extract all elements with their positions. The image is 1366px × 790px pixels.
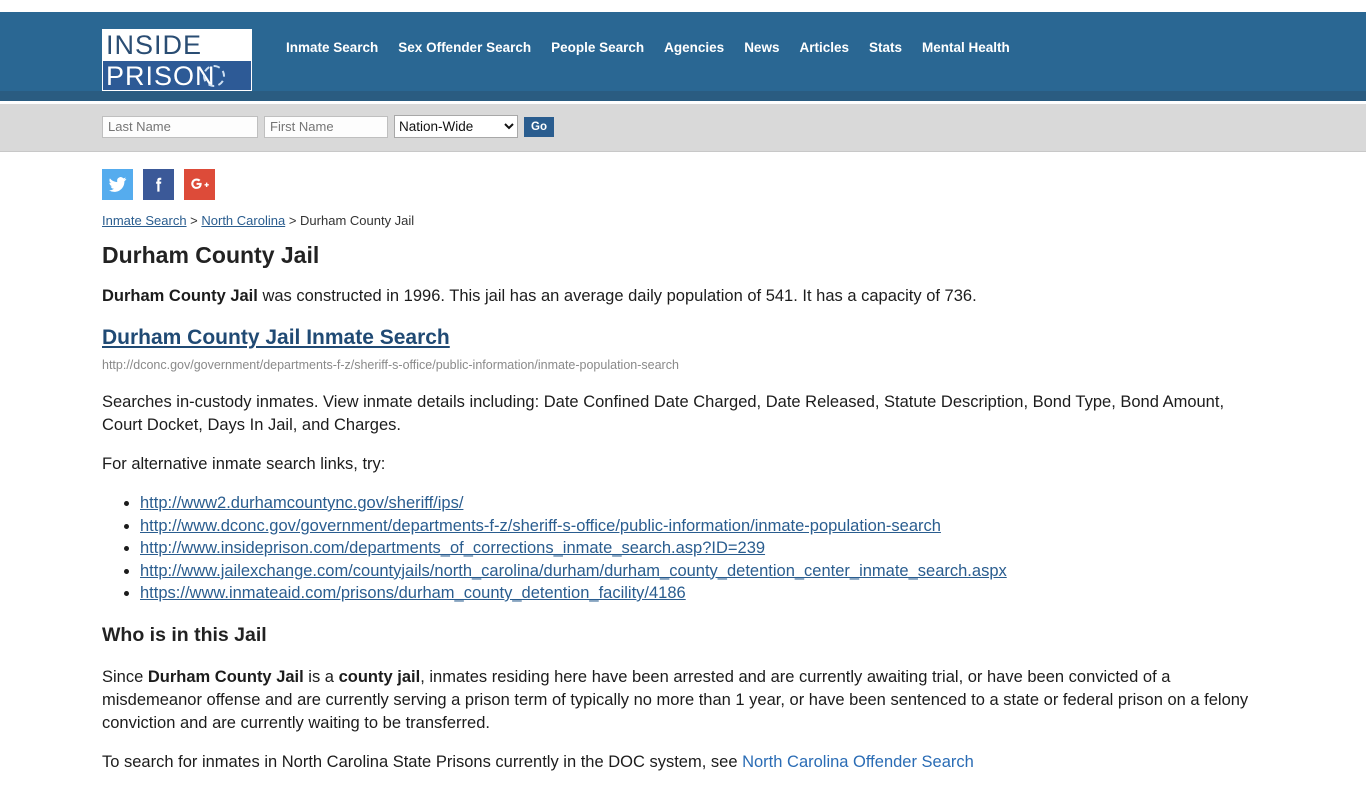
page-title: Durham County Jail bbox=[102, 242, 320, 268]
gear-icon bbox=[203, 65, 225, 87]
last-name-input[interactable] bbox=[102, 115, 258, 138]
breadcrumb-separator-1: > bbox=[186, 213, 202, 228]
alternative-links-list: http://www2.durhamcountync.gov/sheriff/i… bbox=[102, 492, 1264, 605]
who-bold-facility: Durham County Jail bbox=[147, 667, 304, 686]
header-bottom-strip bbox=[0, 91, 1366, 101]
who-part-1: Since bbox=[102, 667, 148, 686]
facebook-icon[interactable] bbox=[143, 169, 174, 200]
main-content: Inmate Search > North Carolina > Durham … bbox=[102, 212, 1264, 790]
breadcrumb-link-north-carolina[interactable]: North Carolina bbox=[201, 213, 285, 228]
breadcrumb: Inmate Search > North Carolina > Durham … bbox=[102, 212, 1264, 230]
search-scope-select[interactable]: Nation-Wide bbox=[394, 115, 518, 138]
nav-item-stats[interactable]: Stats bbox=[869, 40, 902, 55]
social-share-bar bbox=[102, 169, 215, 200]
header-content: INSIDE PRISON Inmate Search Sex Offender… bbox=[0, 12, 1366, 91]
list-item: http://www.insideprison.com/departments_… bbox=[140, 537, 1264, 560]
alt-link-2[interactable]: http://www.dconc.gov/government/departme… bbox=[140, 517, 941, 535]
who-part-2: is a bbox=[303, 667, 339, 686]
list-item: http://www2.durhamcountync.gov/sheriff/i… bbox=[140, 492, 1264, 515]
facility-name-bold: Durham County Jail bbox=[102, 287, 258, 305]
logo-line-prison: PRISON bbox=[103, 61, 251, 91]
quick-search-bar: Nation-Wide Go bbox=[0, 104, 1366, 152]
logo-line-prison-text: PRISON bbox=[106, 61, 216, 91]
nav-item-mental-health[interactable]: Mental Health bbox=[922, 40, 1010, 55]
facility-intro-rest: was constructed in 1996. This jail has a… bbox=[257, 287, 977, 305]
nav-item-people-search[interactable]: People Search bbox=[551, 40, 644, 55]
googleplus-icon[interactable] bbox=[184, 169, 215, 200]
primary-inmate-search-link[interactable]: Durham County Jail Inmate Search bbox=[102, 326, 450, 349]
who-is-in-this-jail-paragraph: Since Durham County Jail is a county jai… bbox=[102, 666, 1264, 735]
alt-link-3[interactable]: http://www.insideprison.com/departments_… bbox=[140, 539, 765, 557]
list-item: http://www.dconc.gov/government/departme… bbox=[140, 515, 1264, 538]
breadcrumb-link-inmate-search[interactable]: Inmate Search bbox=[102, 213, 187, 228]
nav-item-agencies[interactable]: Agencies bbox=[664, 40, 724, 55]
who-bold-county-jail: county jail bbox=[338, 667, 421, 686]
who-is-in-this-jail-heading: Who is in this Jail bbox=[102, 623, 267, 646]
main-navigation: Inmate Search Sex Offender Search People… bbox=[286, 40, 1010, 55]
search-description-paragraph: Searches in-custody inmates. View inmate… bbox=[102, 393, 1225, 434]
doc-search-paragraph: To search for inmates in North Carolina … bbox=[102, 751, 1264, 774]
logo-line-inside: INSIDE bbox=[103, 30, 251, 61]
alt-link-1[interactable]: http://www2.durhamcountync.gov/sheriff/i… bbox=[140, 494, 463, 512]
alternative-links-intro: For alternative inmate search links, try… bbox=[102, 455, 386, 473]
first-name-input[interactable] bbox=[264, 115, 388, 138]
alt-link-4[interactable]: http://www.jailexchange.com/countyjails/… bbox=[140, 562, 1007, 580]
go-button[interactable]: Go bbox=[524, 116, 554, 137]
list-item: https://www.inmateaid.com/prisons/durham… bbox=[140, 582, 1264, 605]
nav-item-inmate-search[interactable]: Inmate Search bbox=[286, 40, 378, 55]
nav-item-sex-offender-search[interactable]: Sex Offender Search bbox=[398, 40, 531, 55]
site-logo[interactable]: INSIDE PRISON bbox=[102, 29, 252, 91]
twitter-icon[interactable] bbox=[102, 169, 133, 200]
nav-item-articles[interactable]: Articles bbox=[799, 40, 849, 55]
breadcrumb-current: Durham County Jail bbox=[300, 213, 415, 228]
facility-intro-paragraph: Durham County Jail was constructed in 19… bbox=[102, 285, 1264, 308]
breadcrumb-separator-2: > bbox=[285, 213, 301, 228]
primary-inmate-search-heading: Durham County Jail Inmate Search bbox=[102, 324, 1264, 351]
quick-search-controls: Nation-Wide Go bbox=[102, 115, 554, 138]
list-item: http://www.jailexchange.com/countyjails/… bbox=[140, 560, 1264, 583]
nav-item-news[interactable]: News bbox=[744, 40, 779, 55]
primary-inmate-search-url: http://dconc.gov/government/departments-… bbox=[102, 358, 679, 372]
alt-link-5[interactable]: https://www.inmateaid.com/prisons/durham… bbox=[140, 584, 686, 602]
